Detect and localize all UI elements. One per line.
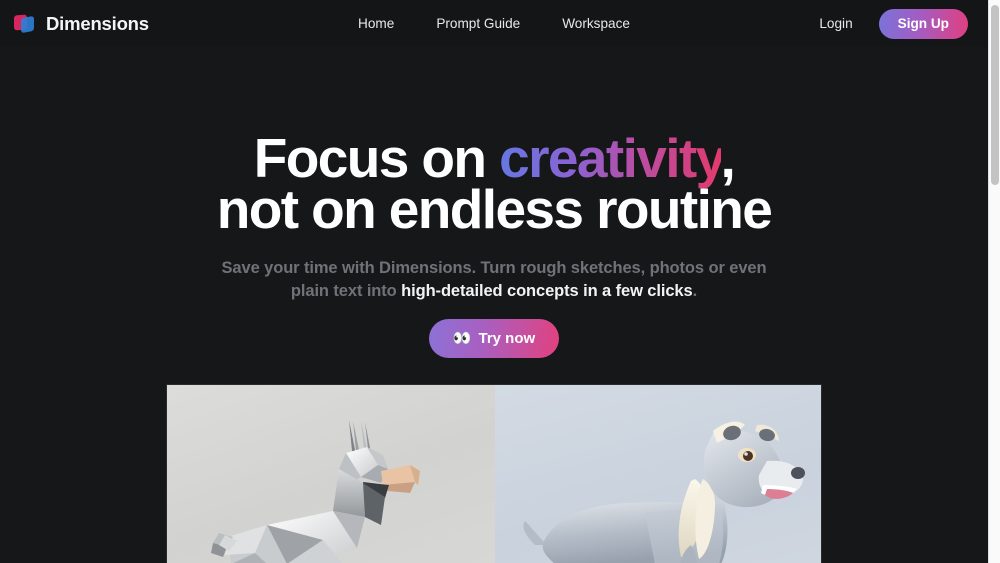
hero-subtitle: Save your time with Dimensions. Turn rou… — [204, 257, 784, 302]
rendered-dog-illustration — [523, 421, 805, 563]
subtitle-strong: high-detailed concepts in a few clicks — [401, 281, 693, 300]
headline-line2: not on endless routine — [216, 177, 773, 240]
showcase-after-panel — [495, 385, 821, 563]
dimensions-logo-icon — [14, 13, 36, 35]
header-actions: Login Sign Up — [819, 8, 968, 39]
signup-button[interactable]: Sign Up — [878, 8, 968, 39]
lowpoly-dog-illustration — [211, 420, 420, 563]
showcase-comparison-image — [166, 384, 822, 563]
brand-name: Dimensions — [46, 12, 149, 34]
scrollbar-thumb[interactable] — [991, 5, 999, 185]
brand-logo[interactable]: Dimensions — [14, 13, 149, 35]
try-now-button[interactable]: 👀 Try now — [428, 319, 560, 359]
subtitle-tail: . — [692, 281, 698, 300]
page-title: Focus on creativity, not on endless rout… — [216, 131, 773, 240]
showcase-before-panel — [167, 385, 495, 563]
eyes-icon: 👀 — [452, 330, 472, 348]
page-scrollbar[interactable] — [988, 0, 1000, 563]
main-nav: Home Prompt Guide Workspace — [358, 16, 630, 31]
site-header: Dimensions Home Prompt Guide Workspace L… — [0, 0, 988, 47]
nav-item-workspace[interactable]: Workspace — [562, 16, 630, 31]
login-link[interactable]: Login — [819, 16, 852, 31]
nav-item-home[interactable]: Home — [358, 16, 394, 31]
try-now-label: Try now — [478, 330, 536, 348]
nav-item-prompt-guide[interactable]: Prompt Guide — [436, 16, 520, 31]
